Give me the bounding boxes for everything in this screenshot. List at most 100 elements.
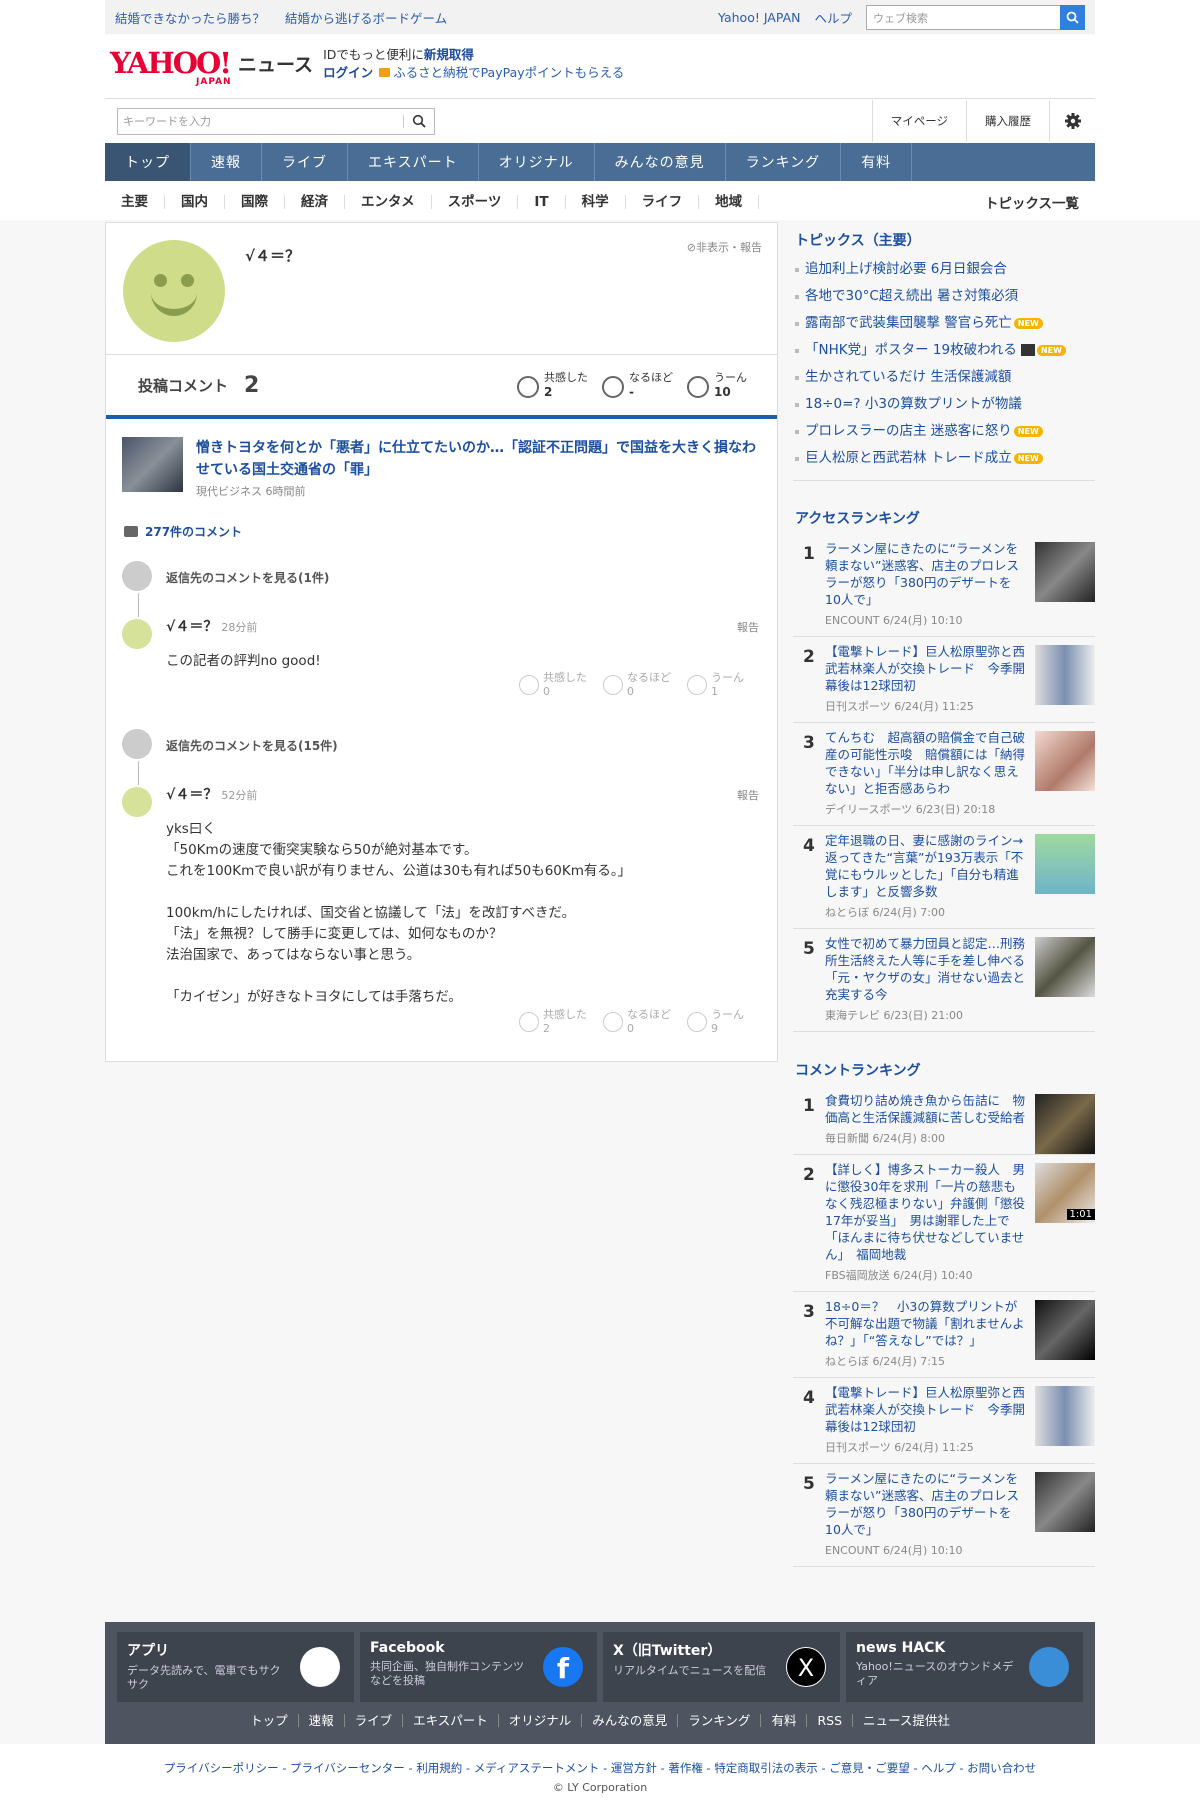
- hmm-stat: うーん 10: [687, 370, 747, 400]
- nav-ranking[interactable]: ランキング: [726, 143, 842, 181]
- ranking-item[interactable]: 2 【詳しく】博多ストーカー殺人 男に懲役30年を求刑「一片の慈悲もなく残忍極まり…: [793, 1155, 1095, 1292]
- ranking-item[interactable]: 1 ラーメン屋にきたのに“ラーメンを頼まない”迷惑客、店主のプロレスラーが怒り「3…: [793, 534, 1095, 637]
- cat-entertainment[interactable]: エンタメ: [345, 194, 432, 209]
- comment-line: 「50Kmの速度で衝突実験なら50が絶対基本です。: [166, 842, 478, 858]
- footer-link[interactable]: ニュース提供社: [853, 1714, 960, 1727]
- furusato-link[interactable]: ふるさと納税でPayPayポイントもらえる: [393, 65, 624, 80]
- hmm-button[interactable]: うーん 1: [687, 671, 761, 699]
- topics-title[interactable]: トピックス（主要）: [793, 222, 1095, 256]
- footer-link[interactable]: ランキング: [678, 1714, 762, 1727]
- empathy-button[interactable]: 共感した 0: [519, 671, 593, 699]
- ranking-item[interactable]: 2 【電撃トレード】巨人松原聖弥と西武若林楽人が交換トレード 今季開幕後は12球団…: [793, 637, 1095, 723]
- footer-link[interactable]: エキスパート: [403, 1714, 499, 1727]
- cat-economy[interactable]: 経済: [285, 194, 345, 209]
- nav-top[interactable]: トップ: [105, 143, 191, 181]
- footer-link[interactable]: 速報: [299, 1714, 345, 1727]
- topic-item[interactable]: 巨人松原と西武若林 トレード成立 NEW: [793, 445, 1095, 472]
- keyword-search-input[interactable]: キーワードを入力: [117, 107, 435, 135]
- signup-link[interactable]: 新規取得: [424, 47, 474, 62]
- comment-ranking-title[interactable]: コメントランキング: [793, 1052, 1095, 1086]
- view-reply-link[interactable]: 返信先のコメントを見る(15件): [166, 737, 338, 754]
- cat-it[interactable]: IT: [518, 194, 566, 209]
- empathy-button[interactable]: 共感した 2: [519, 1008, 593, 1036]
- reaction-value: 9: [711, 1022, 718, 1035]
- topic-item[interactable]: 各地で30°C超え続出 暑さ対策必須: [793, 283, 1095, 310]
- rank-number: 5: [803, 1474, 815, 1494]
- nav-live[interactable]: ライブ: [262, 143, 348, 181]
- report-link[interactable]: 報告: [737, 619, 759, 635]
- cat-main[interactable]: 主要: [105, 194, 165, 209]
- ranking-item[interactable]: 5 ラーメン屋にきたのに“ラーメンを頼まない”迷惑客、店主のプロレスラーが怒り「3…: [793, 1464, 1095, 1567]
- cat-domestic[interactable]: 国内: [165, 194, 225, 209]
- cat-life[interactable]: ライフ: [626, 194, 700, 209]
- cart-icon: [379, 68, 391, 77]
- user-profile: √４＝？ ⊘非表示・報告: [106, 223, 777, 355]
- login-link[interactable]: ログイン: [323, 65, 373, 80]
- source-time: 6時間前: [265, 485, 306, 498]
- nav-expert[interactable]: エキスパート: [348, 143, 479, 181]
- hide-report-link[interactable]: ⊘非表示・報告: [687, 239, 762, 255]
- view-reply-link[interactable]: 返信先のコメントを見る(1件): [166, 569, 329, 586]
- web-search-button[interactable]: [1060, 4, 1085, 30]
- cat-science[interactable]: 科学: [566, 194, 626, 209]
- web-search-input[interactable]: ウェブ検索: [866, 4, 1060, 30]
- footer-link[interactable]: オリジナル: [499, 1714, 583, 1727]
- topic-item[interactable]: 「NHK党」ポスター 19枚破われる NEW: [793, 337, 1095, 364]
- yahoo-japan-link[interactable]: Yahoo! JAPAN: [718, 10, 800, 25]
- nav-original[interactable]: オリジナル: [479, 143, 595, 181]
- footer-links: トップ 速報 ライブ エキスパート オリジナル みんなの意見 ランキング 有料 …: [105, 1714, 1095, 1727]
- footer-card-app[interactable]: アプリ データ先読みで、電車でもサクサク: [117, 1632, 354, 1702]
- ranking-item[interactable]: 3 18÷0＝？ 小3の算数プリントが不可解な出題で物議「割れませんよね？」「“答…: [793, 1292, 1095, 1378]
- footer-card-x[interactable]: X（旧Twitter） リアルタイムでニュースを配信 X: [603, 1632, 840, 1702]
- topic-item[interactable]: 追加利上げ検討必要 6月日銀会合: [793, 256, 1095, 283]
- hmm-button[interactable]: うーん 9: [687, 1008, 761, 1036]
- footer-link[interactable]: トップ: [240, 1714, 299, 1727]
- legal-links[interactable]: プライバシーポリシー - プライバシーセンター - 利用規約 - メディアステー…: [0, 1760, 1200, 1776]
- comment-line: この記者の評判no good!: [166, 653, 321, 669]
- ranking-item[interactable]: 5 女性で初めて暴力団員と認定…刑務所生活終えた人等に手を差し伸べる「元・ヤクザの…: [793, 929, 1095, 1032]
- article-card[interactable]: 憎きトヨタを何とか「悪者」に仕立てたいのか…「認証不正問題」で国益を大きく損なわ…: [106, 419, 777, 499]
- promo-link-2[interactable]: 結婚から逃げるボードゲーム: [285, 11, 447, 26]
- report-link[interactable]: 報告: [737, 787, 759, 803]
- help-link[interactable]: ヘルプ: [814, 8, 852, 27]
- promo-link-1[interactable]: 結婚できなかったら勝ち？: [115, 11, 265, 26]
- comment-text: この記者の評判no good!: [166, 651, 321, 672]
- footer-link[interactable]: 有料: [761, 1714, 808, 1727]
- nav-paid[interactable]: 有料: [841, 143, 913, 181]
- purchase-history-link[interactable]: 購入履歴: [966, 100, 1049, 142]
- rank-number: 2: [803, 1165, 815, 1185]
- topic-item[interactable]: 露南部で武装集団襲撃 警官ら死亡 NEW: [793, 310, 1095, 337]
- settings-button[interactable]: [1049, 100, 1095, 142]
- ranking-item[interactable]: 4 定年退職の日、妻に感謝のライン→返ってきた“言葉”が193万表示「不覚にもウル…: [793, 826, 1095, 929]
- search-icon[interactable]: [412, 114, 426, 128]
- ranking-item[interactable]: 1 食費切り詰め焼き魚から缶詰に 物価高と生活保護減額に苦しむ受給者 毎日新聞 6/…: [793, 1086, 1095, 1155]
- news-wordmark[interactable]: ニュース: [238, 50, 313, 77]
- source-name: 現代ビジネス: [196, 485, 262, 498]
- cat-world[interactable]: 国際: [225, 194, 285, 209]
- footer-card-newshack[interactable]: news HACK Yahoo!ニュースのオウンドメディア: [846, 1632, 1083, 1702]
- footer-link[interactable]: RSS: [807, 1714, 854, 1727]
- topic-item[interactable]: 生かされているだけ 生活保護減額: [793, 364, 1095, 391]
- cat-local[interactable]: 地域: [699, 194, 760, 209]
- insight-button[interactable]: なるほど 0: [603, 671, 677, 699]
- access-ranking-title[interactable]: アクセスランキング: [793, 500, 1095, 534]
- ranking-item[interactable]: 4 【電撃トレード】巨人松原聖弥と西武若林楽人が交換トレード 今季開幕後は12球団…: [793, 1378, 1095, 1464]
- separator: [403, 114, 404, 128]
- yahoo-logo[interactable]: YAHOO! JAPAN: [110, 46, 240, 87]
- comment-count-link[interactable]: 277件のコメント: [124, 523, 242, 540]
- cat-sports[interactable]: スポーツ: [432, 194, 519, 209]
- footer-link[interactable]: みんなの意見: [582, 1714, 679, 1727]
- article-title[interactable]: 憎きトヨタを何とか「悪者」に仕立てたいのか…「認証不正問題」で国益を大きく損なわ…: [196, 437, 766, 481]
- ranking-item[interactable]: 3 てんちむ 超高額の賠償金で自己破産の可能性示唆 賠償額には「納得できない」「半…: [793, 723, 1095, 826]
- footer-card-facebook[interactable]: Facebook 共同企画、独自制作コンテンツなどを投稿 f: [360, 1632, 597, 1702]
- topic-item[interactable]: 18÷0=? 小3の算数プリントが物議: [793, 391, 1095, 418]
- topics-list-link[interactable]: トピックス一覧: [985, 192, 1079, 212]
- footer-link[interactable]: ライブ: [345, 1714, 404, 1727]
- rank-thumbnail: [1035, 937, 1095, 997]
- topic-item[interactable]: プロレスラーの店主 迷惑客に怒り NEW: [793, 418, 1095, 445]
- comment-line: yks曰く: [166, 821, 216, 837]
- nav-breaking[interactable]: 速報: [191, 143, 262, 181]
- insight-button[interactable]: なるほど 0: [603, 1008, 677, 1036]
- nav-opinions[interactable]: みんなの意見: [595, 143, 726, 181]
- mypage-link[interactable]: マイページ: [871, 100, 966, 142]
